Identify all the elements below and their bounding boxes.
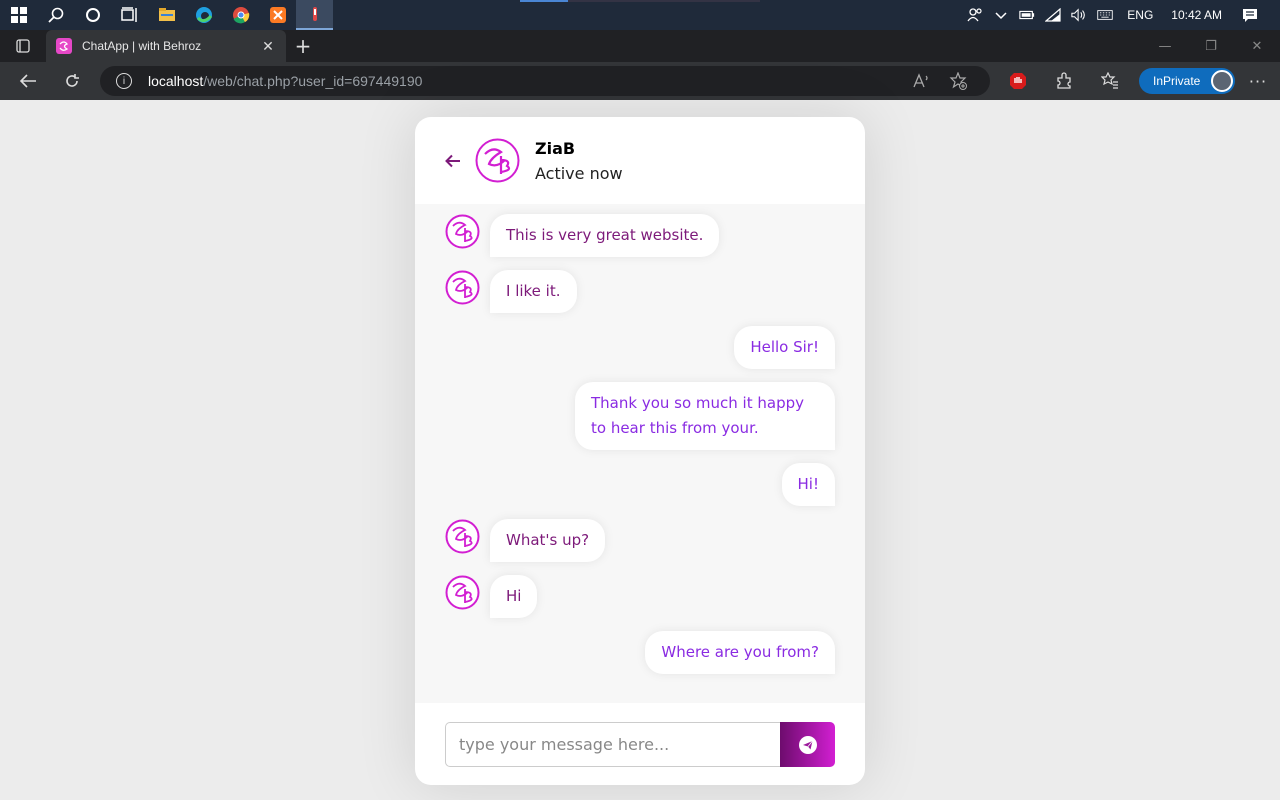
edge-icon[interactable] bbox=[185, 0, 222, 30]
wifi-icon[interactable] bbox=[1045, 7, 1061, 23]
clock[interactable]: 10:42 AM bbox=[1171, 8, 1222, 22]
typing-area bbox=[445, 722, 835, 767]
task-view-icon[interactable] bbox=[111, 0, 148, 30]
battery-icon[interactable] bbox=[1019, 7, 1035, 23]
message-bubble: What's up? bbox=[490, 519, 606, 562]
extensions-icon[interactable] bbox=[1041, 62, 1087, 100]
avatar bbox=[445, 519, 480, 554]
incoming-message: This is very great website. bbox=[445, 214, 720, 257]
extension-stop-icon[interactable] bbox=[995, 62, 1041, 100]
read-aloud-icon[interactable] bbox=[912, 71, 932, 91]
avatar bbox=[475, 138, 520, 183]
restore-button[interactable]: ❐ bbox=[1188, 30, 1234, 62]
chat-card: ZiaB Active now This is very great websi… bbox=[415, 117, 865, 785]
minimize-button[interactable]: — bbox=[1142, 30, 1188, 62]
message-bubble: Hello Sir! bbox=[734, 326, 835, 369]
url-path: /web/chat.php?user_id=697449190 bbox=[203, 73, 423, 89]
settings-more-button[interactable]: ··· bbox=[1235, 62, 1280, 100]
browser-tab-strip: ChatApp | with Behroz ✕ + — ❐ ✕ bbox=[0, 30, 1280, 62]
user-status: Active now bbox=[535, 163, 623, 183]
message-bubble: Hi bbox=[490, 575, 538, 618]
browser-toolbar: i localhost/web/chat.php?user_id=6974491… bbox=[0, 62, 1280, 100]
volume-icon[interactable] bbox=[1071, 7, 1087, 23]
inprivate-label: InPrivate bbox=[1153, 74, 1201, 88]
chat-header: ZiaB Active now bbox=[415, 117, 865, 204]
close-tab-icon[interactable]: ✕ bbox=[260, 38, 276, 55]
back-button[interactable] bbox=[6, 62, 50, 100]
file-explorer-icon[interactable] bbox=[148, 0, 185, 30]
message-bubble: I like it. bbox=[490, 270, 577, 313]
chevron-up-icon[interactable] bbox=[993, 7, 1009, 23]
url-host: localhost bbox=[148, 73, 204, 89]
outgoing-message: Hello Sir! bbox=[734, 326, 835, 369]
windows-start-icon[interactable] bbox=[0, 0, 37, 30]
profile-avatar bbox=[1211, 70, 1233, 92]
user-name: ZiaB bbox=[535, 138, 576, 158]
message-bubble: This is very great website. bbox=[490, 214, 720, 257]
avatar bbox=[445, 214, 480, 249]
favorite-add-icon[interactable] bbox=[948, 71, 968, 91]
chrome-icon[interactable] bbox=[222, 0, 259, 30]
tab-title: ChatApp | with Behroz bbox=[82, 39, 202, 53]
outgoing-message: Thank you so much it happy to hear this … bbox=[575, 382, 835, 450]
xampp-icon[interactable] bbox=[259, 0, 296, 30]
refresh-button[interactable] bbox=[50, 62, 94, 100]
browser-tab-active[interactable]: ChatApp | with Behroz ✕ bbox=[46, 30, 286, 62]
outgoing-message: Hi! bbox=[781, 463, 835, 506]
favorites-icon[interactable] bbox=[1087, 62, 1133, 100]
message-bubble: Where are you from? bbox=[645, 631, 835, 674]
back-arrow-icon[interactable] bbox=[445, 153, 461, 169]
user-details: ZiaB Active now bbox=[535, 139, 623, 183]
windows-taskbar: ENG 10:42 AM bbox=[0, 0, 1280, 30]
people-icon[interactable] bbox=[967, 7, 983, 23]
site-info-icon[interactable]: i bbox=[116, 73, 132, 89]
search-icon[interactable] bbox=[37, 0, 74, 30]
cortana-circle-icon[interactable] bbox=[74, 0, 111, 30]
incoming-message: What's up? bbox=[445, 519, 606, 562]
message-bubble: Hi! bbox=[781, 463, 835, 506]
chatapp-favicon-icon bbox=[56, 38, 72, 54]
avatar bbox=[445, 575, 480, 610]
new-tab-button[interactable]: + bbox=[286, 30, 320, 62]
incoming-message: Hi bbox=[445, 575, 538, 618]
keyboard-icon[interactable] bbox=[1097, 7, 1113, 23]
message-bubble: Thank you so much it happy to hear this … bbox=[575, 382, 835, 450]
incoming-message: I like it. bbox=[445, 270, 577, 313]
notification-icon[interactable] bbox=[1242, 7, 1258, 23]
chat-box[interactable]: This is very great website. I like it. H… bbox=[415, 204, 865, 703]
language-indicator[interactable]: ENG bbox=[1127, 8, 1153, 22]
telegram-send-icon bbox=[798, 735, 817, 754]
send-button[interactable] bbox=[780, 722, 835, 767]
outgoing-message: Where are you from? bbox=[645, 631, 835, 674]
close-window-button[interactable]: ✕ bbox=[1234, 30, 1280, 62]
inprivate-button[interactable]: InPrivate bbox=[1139, 68, 1235, 94]
avatar bbox=[445, 270, 480, 305]
message-input[interactable] bbox=[445, 722, 780, 767]
app-icon[interactable] bbox=[296, 0, 333, 30]
address-bar[interactable]: i localhost/web/chat.php?user_id=6974491… bbox=[100, 66, 990, 96]
taskbar-divider bbox=[520, 0, 760, 2]
tab-actions-icon[interactable] bbox=[0, 30, 46, 62]
